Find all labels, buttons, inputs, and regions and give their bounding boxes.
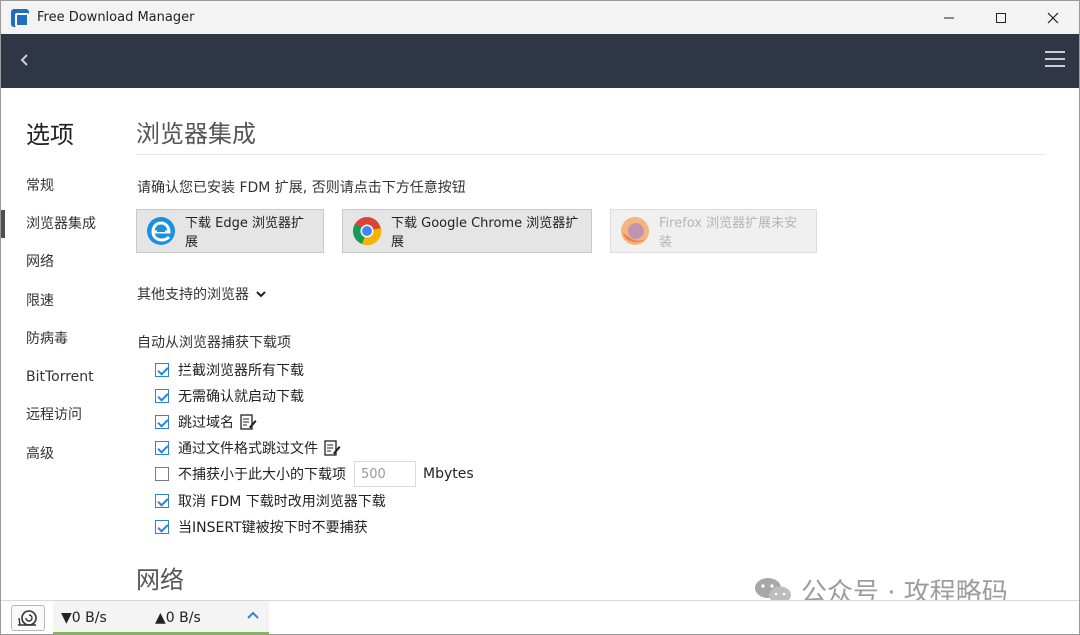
chevron-up-icon[interactable] (245, 607, 261, 623)
chrome-extension-button[interactable]: 下载 Google Chrome 浏览器扩展 (342, 209, 592, 253)
fdm-app-icon (11, 8, 29, 27)
other-browsers-toggle[interactable]: 其他支持的浏览器 (137, 284, 267, 304)
network-section-title: 网络 (136, 566, 184, 594)
option-label: 当INSERT键被按下时不要捕获 (178, 520, 368, 536)
firefox-button-label: Firefox 浏览器扩展未安装 (659, 216, 798, 250)
back-button[interactable] (13, 48, 37, 72)
option-label: 通过文件格式跳过文件 (178, 441, 318, 457)
menu-icon-line (1045, 65, 1065, 67)
section-divider (136, 154, 1046, 155)
sidebar-title: 选项 (26, 121, 74, 149)
minimize-button[interactable] (923, 1, 975, 34)
sidebar-item-browser-integration[interactable]: 浏览器集成 (1, 206, 119, 242)
option-label: 无需确认就启动下载 (178, 389, 304, 405)
back-arrow-icon (20, 54, 28, 66)
window-controls (923, 1, 1079, 34)
skip-domains-checkbox[interactable] (155, 415, 169, 429)
insert-key-checkbox[interactable] (155, 520, 169, 534)
option-skip-domains[interactable]: 跳过域名 (155, 411, 257, 433)
app-header (1, 34, 1079, 88)
download-speed: ▼0 B/s (61, 610, 107, 626)
sidebar-item-general[interactable]: 常规 (1, 168, 119, 204)
close-button[interactable] (1027, 1, 1079, 34)
snail-icon (18, 610, 37, 626)
sidebar-item-antivirus[interactable]: 防病毒 (1, 321, 119, 357)
extension-notice: 请确认您已安装 FDM 扩展, 否则请点击下方任意按钮 (137, 180, 466, 196)
firefox-icon (621, 217, 649, 245)
option-min-size[interactable]: 不捕获小于此大小的下载项 Mbytes (155, 461, 474, 487)
chrome-button-label: 下载 Google Chrome 浏览器扩展 (391, 216, 579, 250)
min-size-input[interactable] (354, 461, 416, 487)
option-intercept-all[interactable]: 拦截浏览器所有下载 (155, 359, 304, 381)
fallback-browser-checkbox[interactable] (155, 494, 169, 508)
option-skip-file-types[interactable]: 通过文件格式跳过文件 (155, 437, 341, 459)
edit-list-icon[interactable] (239, 413, 257, 431)
option-insert-key[interactable]: 当INSERT键被按下时不要捕获 (155, 516, 368, 538)
option-label: 跳过域名 (178, 415, 234, 431)
sidebar-item-remote-access[interactable]: 远程访问 (1, 397, 119, 433)
sidebar-item-bittorrent[interactable]: BitTorrent (1, 359, 119, 395)
app-window: Free Download Manager 选项 常规 浏览器集成 网络 限速 (0, 0, 1080, 635)
edge-icon (147, 217, 175, 245)
sidebar-item-network[interactable]: 网络 (1, 244, 119, 280)
window-title: Free Download Manager (37, 10, 195, 25)
min-size-checkbox[interactable] (155, 467, 169, 481)
option-label: 取消 FDM 下载时改用浏览器下载 (178, 494, 386, 510)
section-title: 浏览器集成 (136, 120, 256, 148)
no-confirm-checkbox[interactable] (155, 389, 169, 403)
other-browsers-label: 其他支持的浏览器 (137, 287, 249, 303)
option-no-confirm[interactable]: 无需确认就启动下载 (155, 385, 304, 407)
chrome-icon (353, 217, 382, 246)
title-bar: Free Download Manager (1, 1, 1079, 34)
maximize-icon (996, 12, 1006, 23)
speed-indicator[interactable]: ▼0 B/s ▲0 B/s (53, 601, 269, 634)
upload-speed: ▲0 B/s (155, 610, 201, 626)
minimize-icon (944, 17, 954, 18)
close-icon (1047, 12, 1059, 23)
skip-file-types-checkbox[interactable] (155, 441, 169, 455)
chevron-down-icon (256, 291, 266, 298)
speed-mode-button[interactable] (11, 605, 45, 631)
settings-content: 浏览器集成 请确认您已安装 FDM 扩展, 否则请点击下方任意按钮 下载 Edg… (136, 88, 1046, 600)
maximize-button[interactable] (975, 1, 1027, 34)
firefox-extension-button[interactable]: Firefox 浏览器扩展未安装 (610, 209, 817, 253)
edge-button-label: 下载 Edge 浏览器扩展 (185, 216, 304, 250)
size-unit: Mbytes (423, 466, 474, 482)
option-label: 拦截浏览器所有下载 (178, 363, 304, 379)
intercept-all-checkbox[interactable] (155, 363, 169, 377)
option-label: 不捕获小于此大小的下载项 (178, 467, 346, 483)
sidebar-item-speed-limit[interactable]: 限速 (1, 283, 119, 319)
capture-title: 自动从浏览器捕获下载项 (137, 335, 291, 351)
edge-extension-button[interactable]: 下载 Edge 浏览器扩展 (136, 209, 324, 253)
sidebar-item-advanced[interactable]: 高级 (1, 436, 119, 472)
option-fallback-browser[interactable]: 取消 FDM 下载时改用浏览器下载 (155, 490, 386, 512)
menu-icon-line (1045, 58, 1065, 60)
hamburger-menu-button[interactable] (1045, 51, 1065, 69)
edit-list-icon[interactable] (323, 439, 341, 457)
status-bar: ▼0 B/s ▲0 B/s (1, 600, 1079, 634)
options-sidebar: 选项 常规 浏览器集成 网络 限速 防病毒 BitTorrent 远程访问 高级 (1, 88, 121, 600)
menu-icon-line (1045, 51, 1065, 53)
